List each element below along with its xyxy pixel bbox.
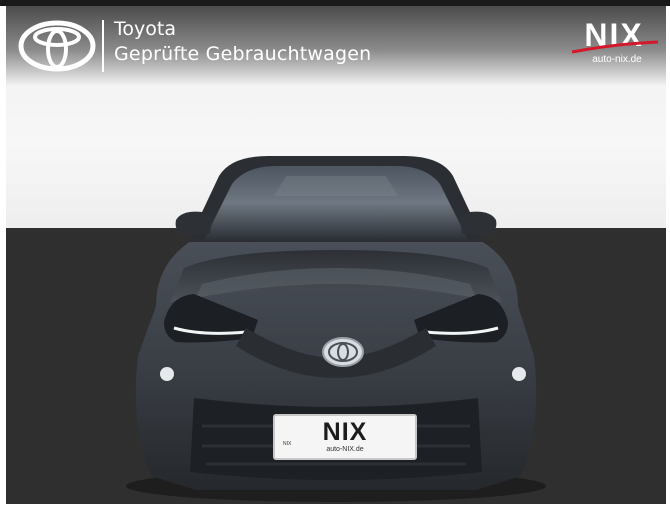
license-plate: NIX NIX auto-NIX.de xyxy=(273,414,417,460)
dealer-url: auto-nix.de xyxy=(592,54,642,65)
toyota-logo-icon xyxy=(18,20,96,72)
license-plate-text: NIX xyxy=(322,418,368,446)
header-divider xyxy=(102,20,104,72)
brand-name: Toyota xyxy=(114,18,176,40)
brand-tagline: Geprüfte Gebrauchtwagen xyxy=(114,43,372,65)
license-plate-url: auto-NIX.de xyxy=(326,446,364,453)
photo-header-overlay: Toyota Geprüfte Gebrauchtwagen NIX auto-… xyxy=(6,6,666,86)
nix-logo-icon: NIX xyxy=(571,20,659,54)
car-photo: NIX NIX auto-NIX.de Toyota Geprüfte Gebr… xyxy=(6,6,666,504)
car-listing-photo-frame: NIX NIX auto-NIX.de Toyota Geprüfte Gebr… xyxy=(0,0,670,508)
